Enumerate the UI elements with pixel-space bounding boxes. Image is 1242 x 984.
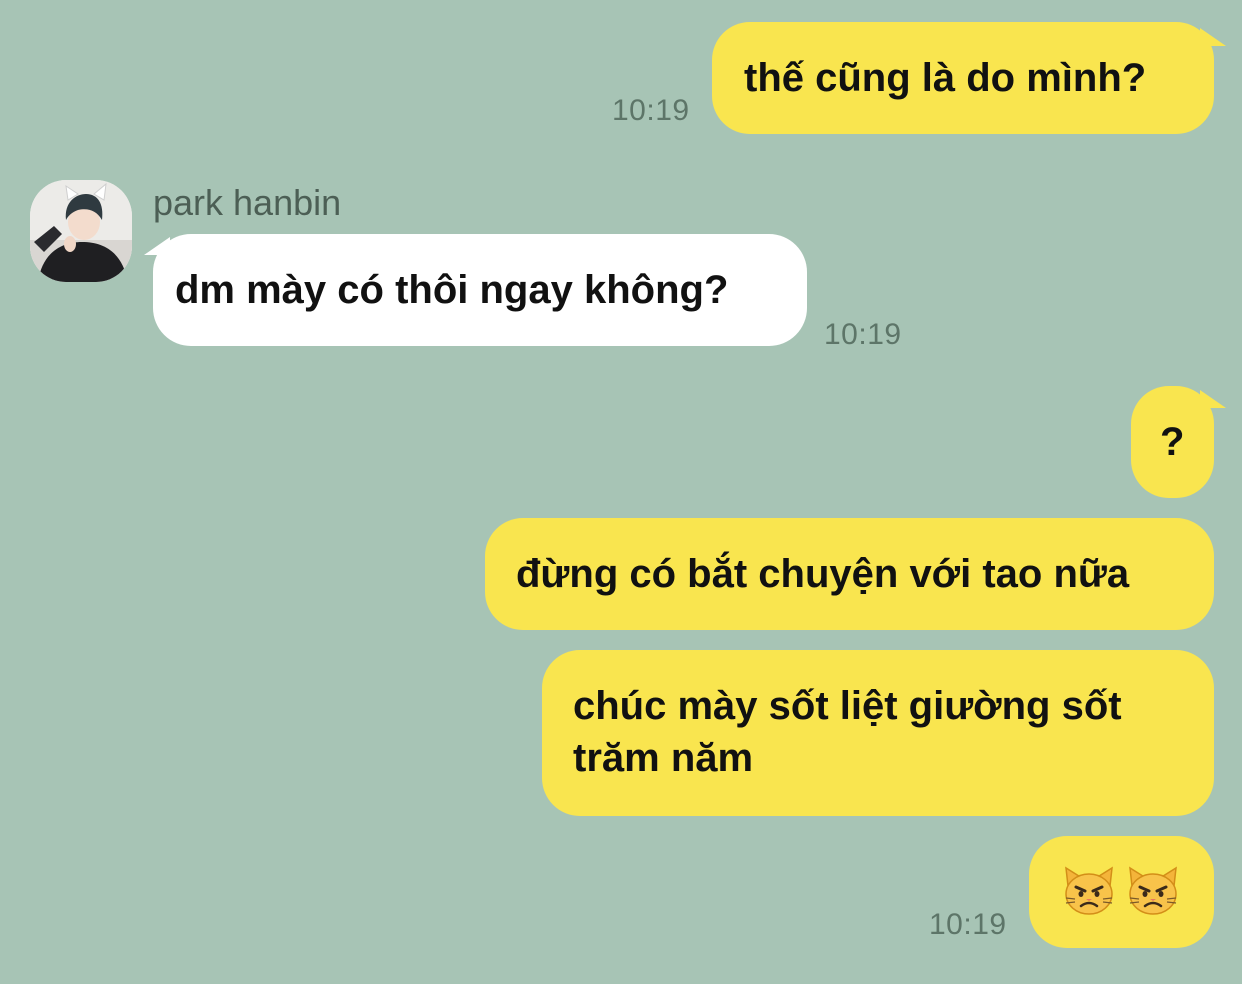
message-text: thế cũng là do mình? xyxy=(744,56,1147,100)
message-text: dm mày có thôi ngay không? xyxy=(175,268,729,312)
bubble-tail xyxy=(1200,390,1226,408)
message-time: 10:19 xyxy=(824,318,902,351)
message-text: ? xyxy=(1160,420,1185,464)
chat-view: 10:19 thế cũng là do mình? park hanbin d… xyxy=(0,0,1242,984)
message-text: chúc mày sốt liệt giường sốt trăm năm xyxy=(573,684,1122,780)
pouting-cat-icon xyxy=(1126,866,1180,916)
avatar-photo-icon xyxy=(30,180,132,282)
emoji-row xyxy=(1062,866,1214,916)
message-time: 10:19 xyxy=(612,94,690,127)
message-bubble[interactable]: dm mày có thôi ngay không? xyxy=(153,234,807,346)
message-bubble[interactable]: thế cũng là do mình? xyxy=(712,22,1214,134)
message-bubble[interactable] xyxy=(1029,836,1214,948)
bubble-tail xyxy=(1200,28,1226,46)
pouting-cat-icon xyxy=(1062,866,1116,916)
message-time: 10:19 xyxy=(929,908,1007,941)
message-bubble[interactable]: đừng có bắt chuyện với tao nữa xyxy=(485,518,1214,630)
avatar[interactable] xyxy=(30,180,132,282)
message-text: đừng có bắt chuyện với tao nữa xyxy=(516,552,1130,596)
message-bubble[interactable]: chúc mày sốt liệt giường sốt trăm năm xyxy=(542,650,1214,816)
sender-name: park hanbin xyxy=(153,182,342,223)
